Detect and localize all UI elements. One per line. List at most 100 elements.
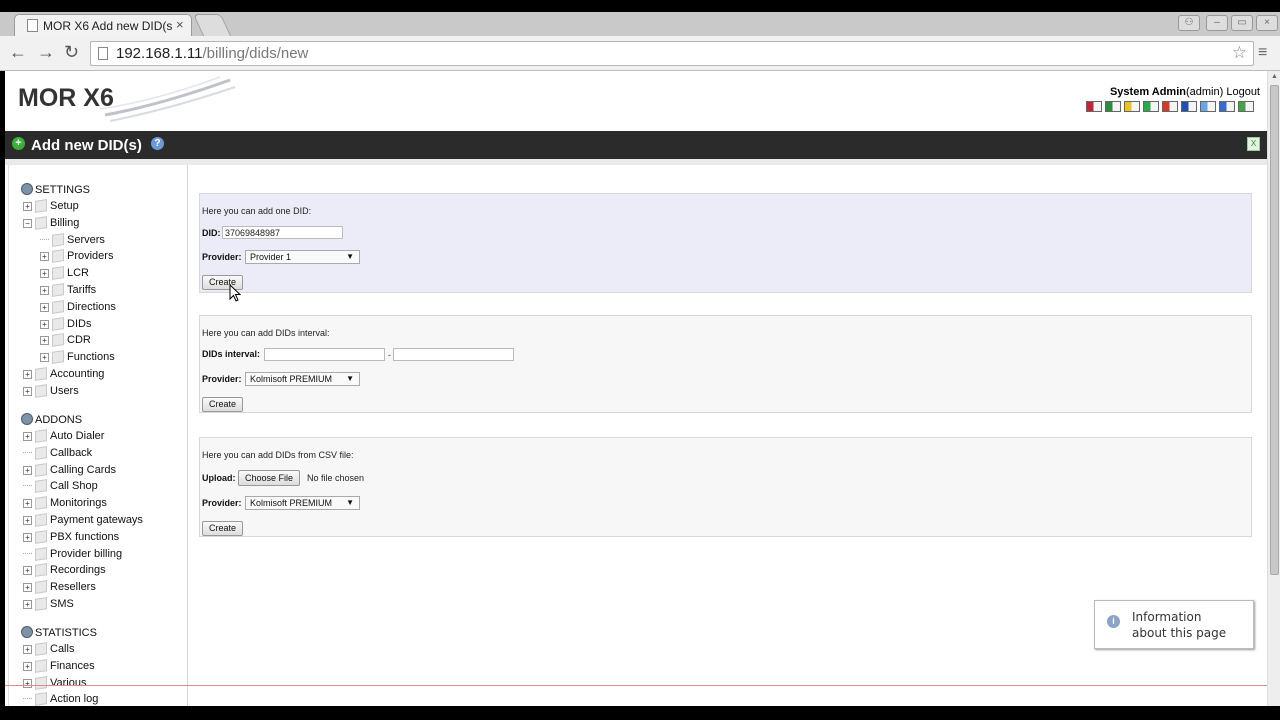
expand-icon[interactable]: + [40, 353, 49, 363]
choose-file-button[interactable]: Choose File [238, 470, 301, 486]
sidebar-item-dids[interactable]: + DIDs [40, 316, 91, 331]
scroll-up-icon[interactable]: ▲ [1271, 73, 1278, 80]
bookmark-star-icon[interactable]: ☆ [1232, 43, 1247, 63]
sidebar-section-addons[interactable]: ADDONS [21, 413, 82, 426]
minimize-icon[interactable]: – [1206, 15, 1228, 31]
browser-tab-active[interactable]: MOR X6 Add new DID(s × [14, 14, 192, 36]
sidebar-item-call-shop[interactable]: Call Shop [23, 479, 98, 494]
sidebar-item-various[interactable]: + Various [23, 675, 87, 690]
language-flag-icon[interactable] [1162, 101, 1178, 112]
sidebar-item-auto-dialer[interactable]: + Auto Dialer [23, 429, 104, 443]
expand-icon[interactable]: + [23, 202, 32, 211]
sidebar-item-cdr[interactable]: + CDR [40, 333, 91, 348]
sidebar-item-provider-billing[interactable]: Provider billing [23, 546, 122, 561]
provider-select[interactable]: Provider 1 ▼ [245, 250, 360, 264]
expand-icon[interactable]: + [40, 269, 49, 279]
interval-to-input[interactable] [393, 348, 514, 361]
address-bar[interactable]: 192.168.1.11/billing/dids/new ☆ [90, 41, 1254, 66]
expand-icon[interactable]: + [23, 661, 32, 671]
provider-select[interactable]: Kolmisoft PREMIUM ▼ [245, 372, 360, 386]
expand-icon[interactable]: + [40, 319, 49, 329]
close-window-icon[interactable]: × [1256, 15, 1278, 31]
sidebar-item-providers[interactable]: + Providers [40, 249, 113, 264]
sidebar-item-callback[interactable]: Callback [23, 445, 92, 460]
sidebar-item-accounting[interactable]: + Accounting [23, 367, 104, 381]
sidebar-item-recordings[interactable]: + Recordings [23, 563, 106, 578]
tree-connector [23, 698, 32, 700]
sidebar-item-lcr[interactable]: + LCR [40, 266, 89, 281]
expand-icon[interactable]: + [23, 566, 32, 576]
sidebar-section-statistics[interactable]: STATISTICS [21, 626, 97, 639]
vertical-scrollbar[interactable]: ▲ [1267, 71, 1280, 706]
back-icon[interactable]: ← [9, 43, 27, 61]
maximize-icon[interactable]: ▭ [1231, 15, 1253, 31]
scrollbar-thumb[interactable] [1270, 85, 1279, 575]
expand-icon[interactable]: + [40, 302, 49, 312]
new-tab-button[interactable] [192, 14, 232, 36]
sidebar-item-payment-gateways[interactable]: + Payment gateways [23, 513, 143, 527]
expand-icon[interactable]: + [23, 465, 32, 475]
language-flag-icon[interactable] [1200, 101, 1216, 112]
logout-link[interactable]: Logout [1226, 86, 1260, 98]
sidebar-item-action-log[interactable]: Action log [23, 692, 99, 706]
expand-icon[interactable]: + [23, 583, 32, 593]
sidebar-item-finances[interactable]: + Finances [23, 658, 95, 673]
sidebar-item-calling-cards[interactable]: + Calling Cards [23, 462, 116, 477]
language-flag-icon[interactable] [1124, 101, 1140, 112]
provider-select[interactable]: Kolmisoft PREMIUM ▼ [245, 496, 360, 510]
export-xls-icon[interactable]: X [1247, 137, 1260, 151]
sidebar-item-billing[interactable]: − Billing [23, 215, 79, 230]
reload-icon[interactable]: ↻ [64, 43, 79, 61]
interval-from-input[interactable] [264, 348, 385, 361]
sidebar-section-settings[interactable]: SETTINGS [21, 183, 90, 196]
info-tooltip[interactable]: i Information about this page [1094, 600, 1254, 649]
expand-icon[interactable]: + [23, 645, 32, 654]
collapse-icon[interactable]: − [23, 218, 32, 228]
did-input[interactable] [222, 226, 343, 239]
language-flag-icon[interactable] [1238, 101, 1254, 112]
language-flag-icon[interactable] [1219, 101, 1235, 112]
help-icon[interactable]: ? [151, 137, 164, 150]
expand-icon[interactable]: + [23, 600, 32, 609]
sidebar-item-label: Various [50, 676, 87, 689]
tab-close-icon[interactable]: × [176, 17, 184, 32]
sidebar-item-tariffs[interactable]: + Tariffs [40, 283, 96, 297]
upload-label: Upload: [202, 473, 236, 483]
expand-icon[interactable]: + [23, 386, 32, 396]
expand-icon[interactable]: + [40, 286, 49, 295]
browser-menu-icon[interactable]: ≡ [1258, 44, 1267, 62]
language-flag-icon[interactable] [1143, 101, 1159, 112]
sidebar-item-monitorings[interactable]: + Monitorings [23, 496, 107, 511]
folder-icon [52, 249, 64, 264]
sidebar-item-directions[interactable]: + Directions [40, 299, 116, 314]
expand-icon[interactable]: + [23, 370, 32, 379]
sidebar-item-label: Action log [50, 693, 99, 706]
sidebar-item-calls[interactable]: + Calls [23, 642, 74, 656]
sidebar-item-resellers[interactable]: + Resellers [23, 580, 96, 595]
sidebar-item-sms[interactable]: + SMS [23, 597, 74, 611]
sidebar-item-setup[interactable]: + Setup [23, 199, 79, 213]
sidebar-section-label: ADDONS [35, 414, 83, 426]
sidebar-item-users[interactable]: + Users [23, 383, 79, 398]
language-flag-icon[interactable] [1086, 101, 1102, 112]
expand-icon[interactable]: + [40, 252, 49, 262]
sidebar-item-servers[interactable]: Servers [40, 232, 105, 247]
expand-icon[interactable]: + [23, 678, 32, 688]
language-flag-icon[interactable] [1105, 101, 1121, 112]
expand-icon[interactable]: + [23, 532, 32, 542]
language-flag-icon[interactable] [1181, 101, 1197, 112]
sidebar-item-functions[interactable]: + Functions [40, 350, 115, 365]
sidebar-item-label: CDR [67, 334, 91, 347]
provider-select-value: Kolmisoft PREMIUM [250, 374, 333, 384]
expand-icon[interactable]: + [23, 516, 32, 525]
expand-icon[interactable]: + [23, 432, 32, 441]
create-interval-button[interactable]: Create [202, 397, 244, 412]
forward-icon[interactable]: → [37, 43, 55, 61]
create-csv-button[interactable]: Create [202, 521, 244, 536]
profile-icon[interactable]: ⚇ [1178, 15, 1200, 31]
expand-icon[interactable]: + [23, 499, 32, 509]
sidebar-item-pbx-functions[interactable]: + PBX functions [23, 529, 119, 544]
red-guide-line [5, 685, 1267, 686]
expand-icon[interactable]: + [40, 336, 49, 346]
folder-icon [35, 546, 47, 561]
